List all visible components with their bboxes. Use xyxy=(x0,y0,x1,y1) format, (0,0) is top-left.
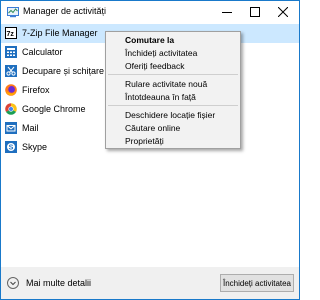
chrome-icon xyxy=(5,103,17,115)
title-bar[interactable]: Manager de activități xyxy=(1,1,299,23)
mail-icon xyxy=(5,122,17,134)
task-manager-window: Manager de activități 7z 7-Zip File Mana… xyxy=(0,0,300,300)
close-icon xyxy=(278,7,288,17)
process-name: 7-Zip File Manager xyxy=(22,28,98,38)
menu-item-run-new-task[interactable]: Rulare activitate nouă xyxy=(125,79,207,89)
more-details-toggle[interactable] xyxy=(7,277,19,289)
footer-bar: Mai multe detalii Închideți activitatea xyxy=(1,267,299,299)
maximize-button[interactable] xyxy=(241,1,269,23)
process-name: Calculator xyxy=(22,47,63,57)
menu-item-end-task[interactable]: Închideți activitatea xyxy=(125,48,197,58)
menu-item-open-file-location[interactable]: Deschidere locație fișier xyxy=(125,110,215,120)
task-manager-icon xyxy=(7,7,19,18)
chevron-down-icon xyxy=(10,281,16,286)
menu-separator xyxy=(108,74,238,75)
end-task-button[interactable]: Închideți activitatea xyxy=(220,274,294,292)
calculator-icon xyxy=(5,46,17,58)
close-button[interactable] xyxy=(269,1,297,23)
process-name: Firefox xyxy=(22,85,50,95)
menu-item-always-on-top[interactable]: Întotdeauna în față xyxy=(125,92,196,102)
snip-sketch-icon xyxy=(5,65,17,77)
more-details-link[interactable]: Mai multe detalii xyxy=(26,278,91,288)
process-name: Google Chrome xyxy=(22,104,86,114)
maximize-icon xyxy=(250,7,260,17)
window-title: Manager de activități xyxy=(23,6,107,16)
process-name: Decupare și schițare xyxy=(22,66,105,76)
menu-item-properties[interactable]: Proprietăți xyxy=(125,136,164,146)
menu-item-switch-to[interactable]: Comutare la xyxy=(125,35,174,45)
7zip-icon: 7z xyxy=(5,27,17,39)
menu-separator xyxy=(108,105,238,106)
process-name: Mail xyxy=(22,123,39,133)
menu-item-search-online[interactable]: Căutare online xyxy=(125,123,180,133)
svg-text:S: S xyxy=(9,145,14,152)
menu-item-feedback[interactable]: Oferiți feedback xyxy=(125,61,185,71)
process-name: Skype xyxy=(22,142,48,152)
svg-text:7z: 7z xyxy=(7,31,15,38)
context-menu: Comutare la Închideți activitatea Oferiț… xyxy=(105,31,241,149)
skype-icon: S xyxy=(5,141,17,153)
minimize-button[interactable] xyxy=(213,1,241,23)
minimize-icon xyxy=(222,12,232,13)
firefox-icon xyxy=(5,84,17,96)
